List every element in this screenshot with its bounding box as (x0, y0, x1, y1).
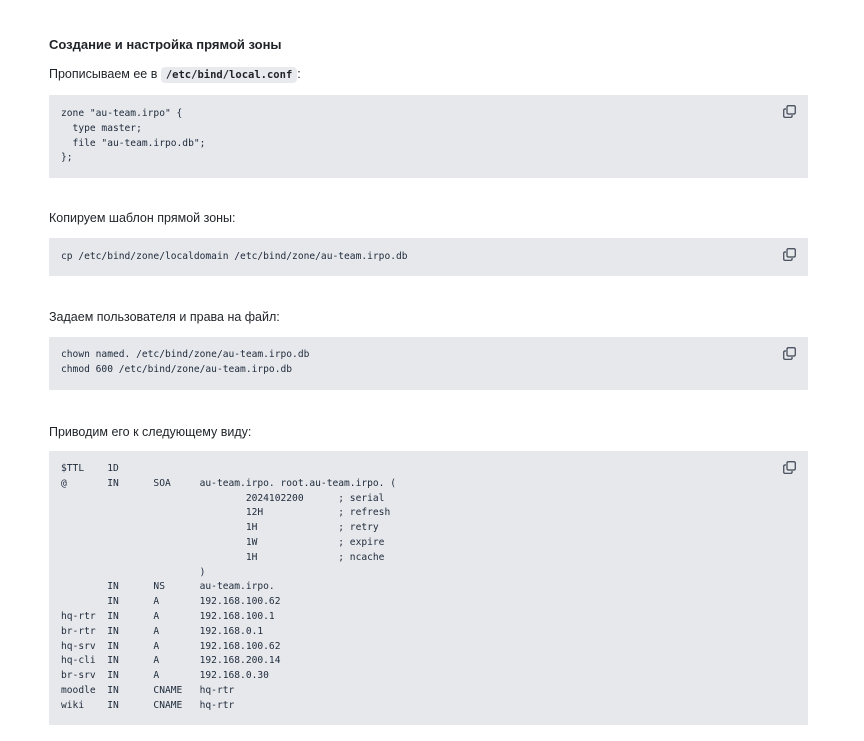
copy-icon[interactable] (783, 248, 796, 261)
code-zone-config[interactable]: zone "au-team.irpo" { type master; file … (61, 107, 205, 166)
code-block-zone-file: $TTL 1D @ IN SOA au-team.irpo. root.au-t… (49, 451, 808, 725)
code-permissions[interactable]: chown named. /etc/bind/zone/au-team.irpo… (61, 348, 309, 378)
copy-icon[interactable] (783, 461, 796, 474)
step4-paragraph: Приводим его к следующему виду: (49, 425, 252, 439)
section-heading: Создание и настройка прямой зоны (49, 37, 282, 52)
code-copy-template[interactable]: cp /etc/bind/zone/localdomain /etc/bind/… (61, 250, 408, 265)
code-zone-file[interactable]: $TTL 1D @ IN SOA au-team.irpo. root.au-t… (61, 462, 396, 714)
code-block-copy-template: cp /etc/bind/zone/localdomain /etc/bind/… (49, 238, 808, 276)
copy-icon[interactable] (783, 347, 796, 360)
step2-paragraph: Копируем шаблон прямой зоны: (49, 211, 236, 225)
code-block-permissions: chown named. /etc/bind/zone/au-team.irpo… (49, 337, 808, 390)
code-block-zone-config: zone "au-team.irpo" { type master; file … (49, 95, 808, 178)
copy-icon[interactable] (783, 105, 796, 118)
inline-code-file: /etc/bind/local.conf (160, 67, 298, 83)
step1-text-before: Прописываем ее в (49, 67, 161, 81)
step1-text-after: : (297, 67, 301, 81)
step3-paragraph: Задаем пользователя и права на файл: (49, 310, 280, 324)
step1-paragraph: Прописываем ее в /etc/bind/local.conf: (49, 66, 301, 83)
